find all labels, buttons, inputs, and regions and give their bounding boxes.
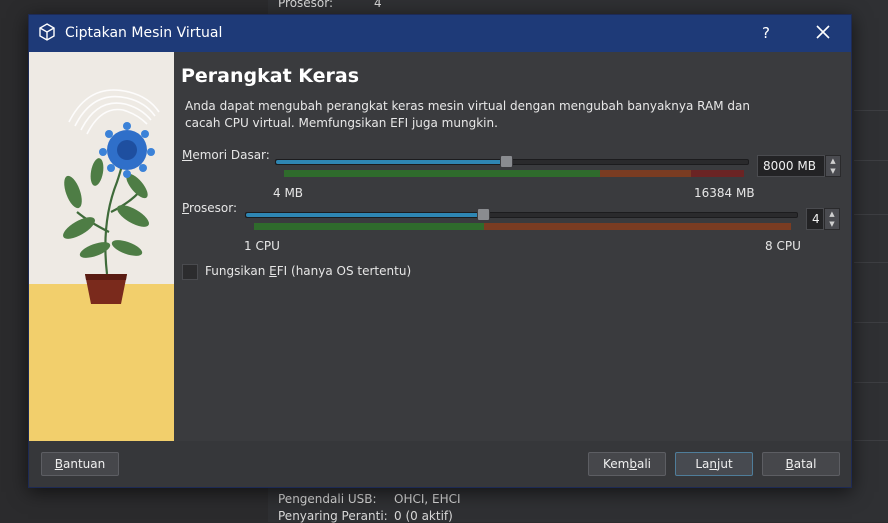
close-icon[interactable] [811, 20, 835, 44]
processor-max-label: 8 CPU [765, 239, 801, 253]
background-divider [854, 214, 888, 215]
processor-scale [254, 223, 791, 230]
processor-spinbox[interactable]: 4 [806, 208, 824, 230]
processor-slider-handle[interactable] [477, 208, 490, 221]
virtualbox-cube-icon [39, 23, 55, 41]
background-processor-label: Prosesor: [278, 0, 334, 10]
dialog-footer: Bantuan Kembali Lanjut Batal [29, 441, 851, 487]
memory-min-label: 4 MB [273, 186, 304, 200]
dialog-titlebar: Ciptakan Mesin Virtual ? [29, 15, 851, 52]
help-button[interactable]: Bantuan [41, 452, 119, 476]
memory-spinbox[interactable]: 8000 MB [757, 155, 825, 177]
background-usb-label: Pengendali USB: [278, 492, 377, 506]
back-button[interactable]: Kembali [588, 452, 666, 476]
next-button[interactable]: Lanjut [675, 452, 753, 476]
background-divider [854, 440, 888, 441]
memory-scale [284, 170, 744, 177]
background-processor-value: 4 [374, 0, 382, 10]
memory-stepper[interactable]: ▲ ▼ [825, 155, 841, 177]
page-title: Perangkat Keras [181, 65, 360, 87]
create-vm-dialog: Ciptakan Mesin Virtual ? Perangkat Keras… [28, 14, 852, 488]
background-usb-value: OHCI, EHCI [394, 492, 461, 506]
hardware-page: Perangkat Keras Anda dapat mengubah pera… [174, 52, 851, 441]
chevron-down-icon[interactable]: ▼ [825, 219, 839, 229]
background-divider [854, 262, 888, 263]
memory-max-label: 16384 MB [694, 186, 755, 200]
memory-slider-fill [276, 160, 507, 164]
efi-checkbox[interactable] [182, 264, 198, 280]
memory-slider-handle[interactable] [500, 155, 513, 168]
processor-label: Prosesor: [182, 201, 238, 215]
background-divider [854, 160, 888, 161]
background-filter-value: 0 (0 aktif) [394, 509, 453, 523]
page-description: Anda dapat mengubah perangkat keras mesi… [185, 99, 750, 130]
cancel-button[interactable]: Batal [762, 452, 840, 476]
chevron-down-icon[interactable]: ▼ [826, 166, 840, 176]
background-divider [854, 382, 888, 383]
processor-min-label: 1 CPU [244, 239, 280, 253]
processor-slider-fill [246, 213, 483, 217]
help-title-button[interactable]: ? [755, 22, 777, 44]
memory-label: Memori Dasar: [182, 148, 270, 162]
processor-slider[interactable] [245, 212, 798, 218]
background-filter-label: Penyaring Peranti: [278, 509, 388, 523]
chevron-up-icon[interactable]: ▲ [825, 209, 839, 219]
background-divider [854, 322, 888, 323]
chevron-up-icon[interactable]: ▲ [826, 156, 840, 166]
wizard-illustration-image [29, 52, 174, 441]
processor-stepper[interactable]: ▲ ▼ [824, 208, 840, 230]
background-divider [854, 110, 888, 111]
efi-label[interactable]: Fungsikan EFI (hanya OS tertentu) [205, 264, 411, 278]
dialog-title: Ciptakan Mesin Virtual [65, 25, 223, 41]
